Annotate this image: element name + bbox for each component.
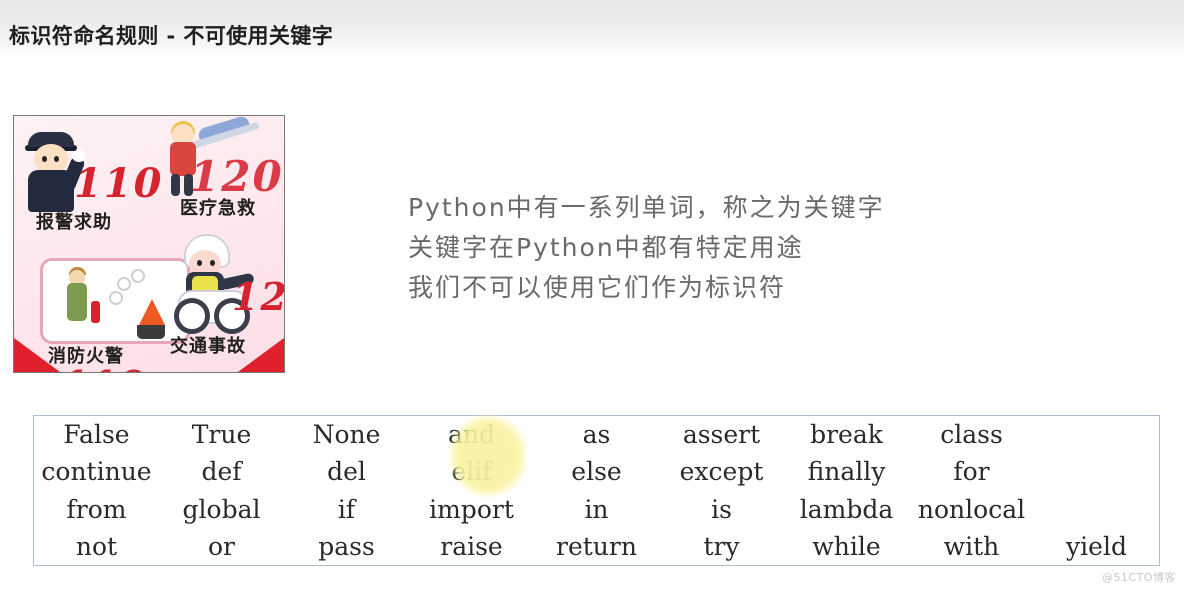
- illus-number-122: 122: [232, 274, 284, 319]
- keyword-grid-body: False True None and as assert break class contin…: [34, 416, 1159, 565]
- keyword-cell-else: else: [571, 457, 622, 487]
- keyword-cell-finally: finally: [807, 457, 886, 487]
- body-line-3: 我们不可以使用它们作为标识符: [408, 273, 787, 302]
- keyword-cell-with: with: [943, 531, 1000, 561]
- keyword-cell-empty: [1034, 453, 1159, 490]
- keyword-cell-elif: elif: [451, 457, 492, 487]
- keyword-cell-yield: yield: [1066, 531, 1127, 561]
- keyword-cell-is: is: [711, 494, 732, 524]
- keyword-row: not or pass raise return try while with yield: [34, 528, 1159, 565]
- body-line-2: 关键字在Python中都有特定用途: [408, 233, 804, 262]
- ribbon-left-decoration: [14, 338, 60, 372]
- keyword-cell-pass: pass: [318, 531, 375, 561]
- keyword-cell-while: while: [812, 531, 881, 561]
- keyword-cell-in: in: [584, 494, 609, 524]
- keyword-row: continue def del elif else except finally for: [34, 453, 1159, 490]
- keyword-cell-break: break: [810, 420, 883, 450]
- illus-quadrant-120: 120 医疗急救: [152, 116, 282, 238]
- keyword-cell-continue: continue: [41, 457, 152, 487]
- illus-quadrant-110: 110 报警求助: [20, 122, 162, 242]
- keyword-cell-def: def: [201, 457, 242, 487]
- keyword-cell-del: del: [327, 457, 366, 487]
- keyword-cell-lambda: lambda: [799, 494, 894, 524]
- keyword-cell-as: as: [582, 420, 611, 450]
- illus-label-120: 医疗急救: [180, 198, 256, 219]
- keyword-cell-return: return: [556, 531, 637, 561]
- ribbon-right-decoration: [238, 338, 284, 372]
- keyword-row: False True None and as assert break class: [34, 416, 1159, 453]
- keyword-cell-empty: [1034, 491, 1159, 528]
- emergency-numbers-illustration: 110 报警求助 120 医疗急救 消防火警 119: [13, 115, 285, 373]
- keyword-cell-or: or: [207, 531, 235, 561]
- illus-label-110: 报警求助: [36, 212, 112, 233]
- illus-label-122: 交通事故: [170, 336, 246, 357]
- keyword-cell-False: False: [63, 420, 130, 450]
- keyword-cell-from: from: [66, 494, 127, 524]
- illus-number-110: 110: [74, 160, 164, 207]
- keyword-cell-class: class: [940, 420, 1003, 450]
- keyword-cell-True: True: [191, 420, 252, 450]
- keyword-cell-raise: raise: [440, 531, 503, 561]
- keyword-cell-and: and: [447, 420, 495, 450]
- keyword-cell-nonlocal: nonlocal: [917, 494, 1026, 524]
- keyword-cell-None: None: [312, 420, 381, 450]
- keyword-cell-if: if: [337, 494, 356, 524]
- page-title: 标识符命名规则 - 不可使用关键字: [9, 24, 334, 48]
- keyword-row: from global if import in is lambda nonlocal: [34, 491, 1159, 528]
- body-line-1: Python中有一系列单词，称之为关键字: [408, 193, 885, 222]
- keyword-cell-empty: [1034, 416, 1159, 453]
- keyword-cell-assert: assert: [682, 420, 761, 450]
- python-keywords-table: False True None and as assert break class contin…: [33, 415, 1160, 566]
- illus-number-119: 119: [62, 362, 147, 372]
- watermark: @51CTO博客: [1101, 571, 1176, 584]
- keyword-cell-import: import: [429, 494, 514, 524]
- keyword-cell-for: for: [953, 457, 990, 487]
- keyword-cell-not: not: [75, 531, 118, 561]
- keyword-grid: False True None and as assert break class contin…: [34, 416, 1159, 565]
- keyword-cell-try: try: [703, 531, 740, 561]
- keyword-cell-except: except: [679, 457, 764, 487]
- keyword-cell-global: global: [182, 494, 261, 524]
- body-paragraph: Python中有一系列单词，称之为关键字 关键字在Python中都有特定用途 我…: [408, 188, 885, 308]
